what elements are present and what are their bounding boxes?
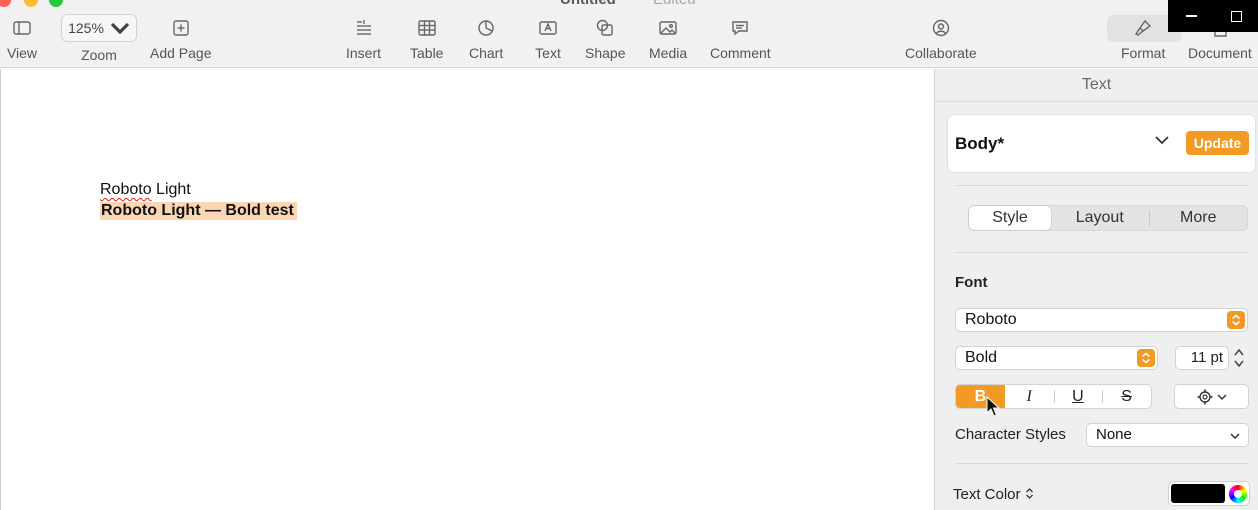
format-label: Format <box>1121 45 1166 61</box>
collaborate-label: Collaborate <box>905 45 977 61</box>
character-style-value: None <box>1096 426 1132 443</box>
advanced-options-button[interactable] <box>1174 384 1249 409</box>
font-size-field[interactable]: 11 pt <box>1175 346 1229 370</box>
view-button[interactable]: View <box>6 14 38 61</box>
divider <box>955 463 1249 464</box>
mouse-pointer-icon <box>986 396 1000 417</box>
chevron-down-icon <box>1230 433 1240 440</box>
view-label: View <box>6 45 38 61</box>
media-label: Media <box>649 45 688 61</box>
gear-icon <box>1197 389 1213 404</box>
color-wheel-icon[interactable] <box>1229 485 1247 503</box>
table-label: Table <box>410 45 444 61</box>
misspelled-word: Roboto <box>100 181 152 198</box>
host-window-controls <box>1168 0 1258 32</box>
tab-style[interactable]: Style <box>969 206 1051 230</box>
document-label: Document <box>1188 45 1252 61</box>
comment-button[interactable]: Comment <box>710 14 771 61</box>
document-text-line-2-selected[interactable]: Roboto Light — Bold test <box>100 202 297 220</box>
character-styles-label: Character Styles <box>955 426 1066 443</box>
shape-button[interactable]: Shape <box>585 14 625 61</box>
document-text-line-1[interactable]: Roboto Light <box>100 181 191 199</box>
format-button[interactable]: Format <box>1121 14 1165 61</box>
collaborate-icon <box>932 19 949 37</box>
table-button[interactable]: Table <box>410 14 443 61</box>
divider <box>955 185 1249 186</box>
format-inspector: Text Body* Update Style Layout More Font… <box>934 69 1258 510</box>
paintbrush-icon <box>1135 19 1152 36</box>
maximize-icon[interactable] <box>1231 11 1242 22</box>
chevron-down-icon <box>110 22 130 35</box>
table-icon <box>418 20 436 36</box>
minimize-icon[interactable] <box>1186 15 1197 17</box>
chart-button[interactable]: Chart <box>469 14 503 61</box>
zoom-value: 125% <box>68 20 104 36</box>
popup-arrows-icon <box>1137 349 1155 367</box>
disclosure-arrows-icon <box>1025 488 1033 499</box>
text-color-label-text: Text Color <box>953 486 1021 503</box>
comment-icon <box>732 21 749 36</box>
insert-icon <box>356 20 371 35</box>
window-status: Edited <box>653 0 696 8</box>
color-swatch[interactable] <box>1171 484 1225 503</box>
shape-icon <box>597 19 613 36</box>
update-style-button[interactable]: Update <box>1186 131 1249 155</box>
font-section-label: Font <box>955 274 988 291</box>
text-color-well[interactable] <box>1168 481 1250 506</box>
zoom-control[interactable]: 125% Zoom <box>61 14 137 63</box>
sidebar-icon <box>13 21 31 35</box>
divider <box>935 101 1258 102</box>
paragraph-style-name: Body* <box>955 134 1005 153</box>
minimize-window-button[interactable] <box>24 0 38 7</box>
popup-arrows-icon <box>1227 311 1245 329</box>
tab-more[interactable]: More <box>1150 206 1248 230</box>
zoom-window-button[interactable] <box>49 0 63 7</box>
font-size-stepper[interactable] <box>1233 346 1245 370</box>
text-format-buttons: B I U S <box>955 384 1152 409</box>
chevron-down-icon <box>1217 393 1227 400</box>
character-styles-popup[interactable]: None <box>1086 423 1249 447</box>
tab-layout[interactable]: Layout <box>1051 206 1149 230</box>
media-icon <box>659 21 677 35</box>
inspector-tabs: Style Layout More <box>968 205 1248 231</box>
text-label: Text <box>535 45 561 61</box>
chart-label: Chart <box>469 45 504 61</box>
pie-chart-icon <box>478 20 494 36</box>
chevron-down-icon[interactable] <box>1154 135 1170 145</box>
shape-label: Shape <box>585 45 626 61</box>
underline-button[interactable]: U <box>1053 385 1103 408</box>
comment-label: Comment <box>710 45 771 61</box>
close-window-button[interactable] <box>0 0 11 7</box>
text-box-icon <box>539 21 557 35</box>
font-style-popup[interactable]: Bold <box>955 346 1158 370</box>
add-page-label: Add Page <box>150 45 212 61</box>
collaborate-button[interactable]: Collaborate <box>905 14 977 61</box>
zoom-label: Zoom <box>81 47 117 63</box>
add-page-icon <box>173 20 189 36</box>
font-family-value: Roboto <box>965 311 1017 328</box>
italic-button[interactable]: I <box>1005 385 1054 408</box>
font-style-value: Bold <box>965 349 998 366</box>
strikethrough-button[interactable]: S <box>1102 385 1151 408</box>
document-canvas[interactable]: Roboto Light Roboto Light — Bold test <box>0 69 934 510</box>
paragraph-style-card[interactable]: Body* Update <box>948 115 1255 172</box>
window-title: Untitled <box>560 0 616 8</box>
text-button[interactable]: Text <box>532 14 564 61</box>
zoom-popup[interactable]: 125% <box>61 14 137 42</box>
toolbar: Untitled Edited View 125% Zoom Add Page … <box>0 0 1258 68</box>
add-page-button[interactable]: Add Page <box>150 14 212 61</box>
inspector-title: Text <box>1081 76 1112 93</box>
text-color-label[interactable]: Text Color <box>953 486 1034 503</box>
insert-button[interactable]: Insert <box>346 14 381 61</box>
media-button[interactable]: Media <box>649 14 687 61</box>
divider <box>955 252 1249 253</box>
insert-label: Insert <box>346 45 382 61</box>
font-family-popup[interactable]: Roboto <box>955 308 1248 332</box>
